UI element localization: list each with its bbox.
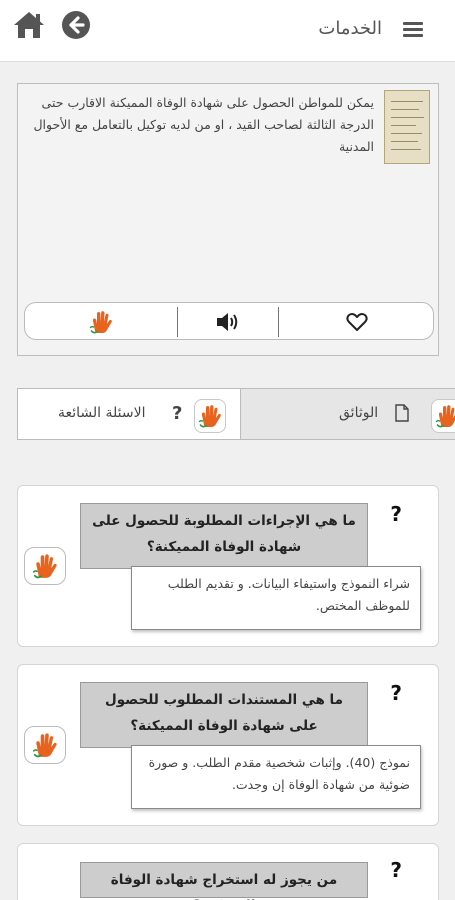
tab-bar: الاسئلة الشائعة ? الوثائق bbox=[17, 388, 455, 440]
question-mark-icon: ? bbox=[390, 858, 402, 882]
sign-language-icon bbox=[435, 404, 455, 428]
home-icon bbox=[14, 12, 44, 38]
faq-answer: نموذج (40). وإثبات شخصية مقدم الطلب. و ص… bbox=[131, 745, 421, 809]
heart-icon bbox=[346, 313, 368, 331]
tab-faq-label: الاسئلة الشائعة bbox=[58, 405, 146, 421]
arrow-left-circle-icon bbox=[62, 11, 90, 39]
faq-question: ما هي الإجراءات المطلوبة للحصول على شهاد… bbox=[80, 503, 368, 569]
home-button[interactable] bbox=[12, 10, 46, 40]
faq-card: ? من يجوز له استخراج شهادة الوفاة المميك… bbox=[17, 843, 439, 900]
certificate-thumbnail[interactable] bbox=[384, 90, 430, 164]
sign-language-button[interactable] bbox=[25, 303, 177, 341]
question-mark-icon: ? bbox=[390, 681, 402, 705]
sign-language-icon bbox=[32, 553, 58, 579]
back-button[interactable] bbox=[61, 10, 91, 40]
speaker-icon bbox=[217, 313, 238, 331]
faq-card: ? ما هي الإجراءات المطلوبة للحصول على شه… bbox=[17, 485, 439, 647]
top-app-bar: الخدمات bbox=[0, 0, 455, 62]
tab-documents-sign-button[interactable] bbox=[431, 399, 455, 433]
tab-documents-label: الوثائق bbox=[339, 405, 379, 421]
faq-card: ? ما هي المستندات المطلوب للحصول على شها… bbox=[17, 664, 439, 826]
document-icon bbox=[395, 404, 409, 422]
faq-question: من يجوز له استخراج شهادة الوفاة المميكنة… bbox=[80, 862, 368, 900]
faq-sign-language-button[interactable] bbox=[24, 547, 66, 585]
question-mark-icon: ? bbox=[172, 403, 183, 424]
sign-language-icon bbox=[32, 732, 58, 758]
faq-answer: شراء النموذج واستيفاء البيانات. و تقديم … bbox=[131, 566, 421, 630]
faq-sign-language-button[interactable] bbox=[24, 726, 66, 764]
page-title: الخدمات bbox=[318, 18, 382, 39]
hamburger-menu-icon[interactable] bbox=[403, 22, 423, 38]
tab-faq-sign-button[interactable] bbox=[194, 399, 226, 433]
sign-language-icon bbox=[89, 310, 113, 334]
tab-documents[interactable]: الوثائق bbox=[240, 389, 455, 439]
service-description-card: يمكن للمواطن الحصول على شهادة الوفاة الم… bbox=[17, 83, 439, 356]
audio-button[interactable] bbox=[178, 303, 278, 341]
faq-question: ما هي المستندات المطلوب للحصول على شهادة… bbox=[80, 682, 368, 748]
sign-language-icon bbox=[198, 404, 222, 428]
action-bar bbox=[24, 302, 434, 340]
question-mark-icon: ? bbox=[390, 502, 402, 526]
service-description: يمكن للمواطن الحصول على شهادة الوفاة الم… bbox=[33, 95, 374, 154]
tab-faq[interactable]: الاسئلة الشائعة ? bbox=[18, 389, 240, 439]
favorite-button[interactable] bbox=[279, 303, 435, 341]
